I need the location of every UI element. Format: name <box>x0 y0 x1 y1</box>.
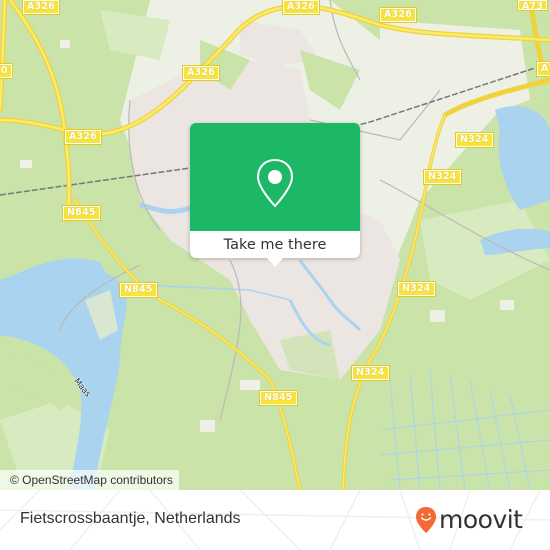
take-me-there-button[interactable]: Take me there <box>190 231 360 258</box>
road-label-a326: A326 <box>282 0 320 15</box>
road-label-n324: N324 <box>423 169 462 185</box>
place-name: Fietscrossbaantje, Netherlands <box>20 510 241 527</box>
road-label-n324: N324 <box>351 365 390 381</box>
road-label-n324: N324 <box>397 281 436 297</box>
popup-pointer <box>266 257 284 267</box>
moovit-logo[interactable]: moovit <box>415 505 523 535</box>
road-label-n845: N845 <box>62 205 101 221</box>
road-label-n845: N845 <box>119 282 158 298</box>
road-label-n324: N324 <box>455 132 494 148</box>
road-label-a326: A326 <box>182 65 220 81</box>
road-label-n845: N845 <box>259 390 298 406</box>
footer: Fietscrossbaantje, Netherlands moovit <box>0 490 550 550</box>
map-view[interactable]: A326 A326 A326 A326 A326 A73 A7 0 N324 N… <box>0 0 550 490</box>
road-label-a326: A326 <box>22 0 60 15</box>
road-label-a73: A73 <box>516 0 549 11</box>
road-label-a-left: 0 <box>0 63 13 79</box>
osm-attribution-link[interactable]: © OpenStreetMap contributors <box>0 470 179 490</box>
road-label-a73: A7 <box>535 61 550 77</box>
location-popup[interactable]: Take me there <box>190 123 360 267</box>
map-pin-icon <box>256 158 294 208</box>
popup-header[interactable] <box>190 123 360 231</box>
moovit-pin-icon <box>416 507 436 533</box>
moovit-wordmark: moovit <box>439 505 523 534</box>
road-label-a326: A326 <box>64 129 102 145</box>
road-label-a326: A326 <box>379 7 417 23</box>
